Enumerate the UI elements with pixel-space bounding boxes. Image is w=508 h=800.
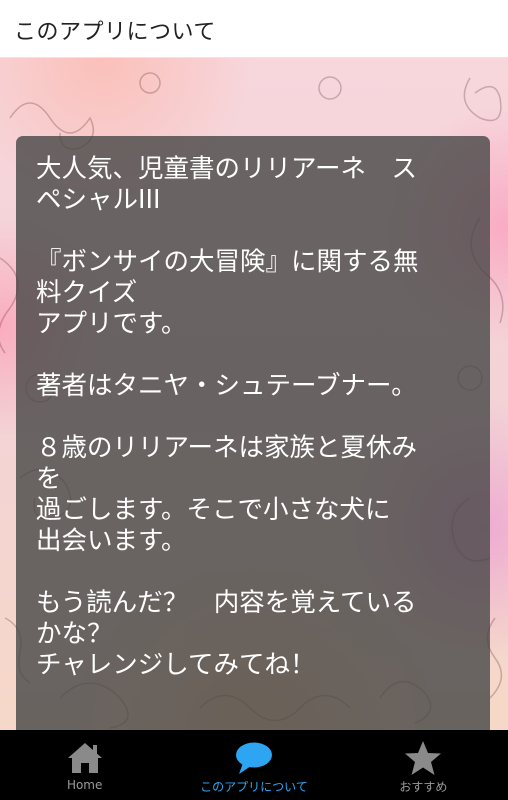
about-description: 大人気、児童書のリリアーネ ス ペシャルIII 『ボンサイの大冒険』に関する無 … bbox=[36, 154, 419, 680]
decorative-background: 大人気、児童書のリリアーネ ス ペシャルIII 『ボンサイの大冒険』に関する無 … bbox=[0, 58, 508, 730]
tab-home[interactable]: Home bbox=[0, 730, 169, 800]
tab-recommended-label: おすすめ bbox=[399, 780, 448, 794]
tab-home-label: Home bbox=[66, 778, 103, 792]
bottom-navigation: Home このアプリについて おすすめ bbox=[0, 730, 508, 800]
app-title-bar: このアプリについて bbox=[0, 0, 508, 58]
tab-about[interactable]: このアプリについて bbox=[169, 730, 338, 800]
chat-bubble-icon bbox=[234, 741, 274, 775]
about-card: 大人気、児童書のリリアーネ ス ペシャルIII 『ボンサイの大冒険』に関する無 … bbox=[16, 136, 490, 730]
tab-about-label: このアプリについて bbox=[200, 780, 308, 794]
star-icon bbox=[404, 741, 442, 775]
home-icon bbox=[66, 741, 104, 775]
page-title: このアプリについて bbox=[14, 20, 216, 45]
tab-recommended[interactable]: おすすめ bbox=[339, 730, 508, 800]
